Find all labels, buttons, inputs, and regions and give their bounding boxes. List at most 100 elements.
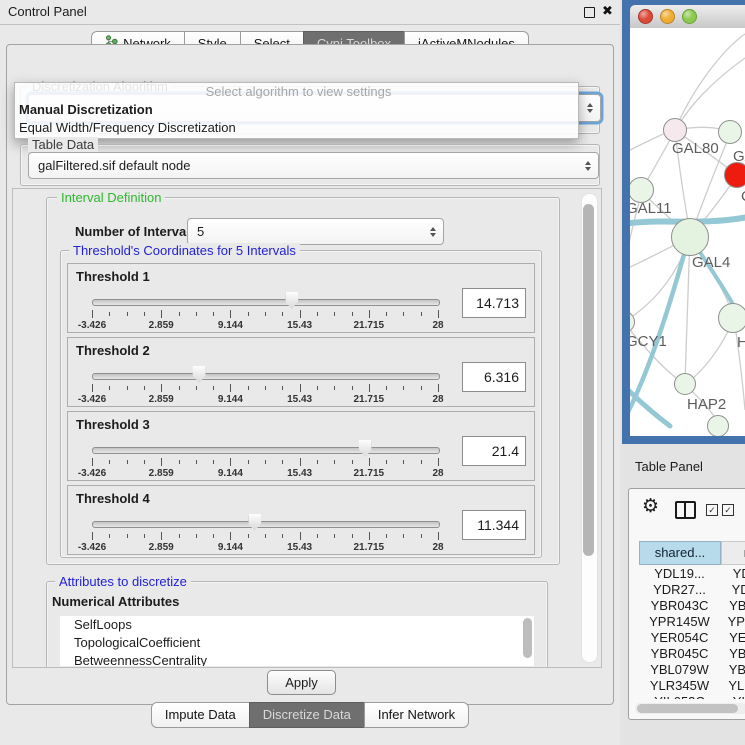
tick-mark: [369, 384, 370, 392]
table-row[interactable]: YDL19...YDL19...: [639, 566, 745, 582]
table-row[interactable]: YIL052CYIL052C: [639, 694, 745, 699]
network-node-gal4[interactable]: [671, 218, 709, 256]
network-node-ga[interactable]: [718, 120, 742, 144]
slider-track[interactable]: [92, 299, 440, 306]
cell-name[interactable]: YER054C: [720, 630, 745, 646]
slider-thumb[interactable]: [193, 366, 206, 383]
cell-shared-name[interactable]: YDL19...: [639, 566, 720, 582]
cell-shared-name[interactable]: YDR27...: [639, 582, 720, 598]
cell-name[interactable]: YBR043C: [720, 598, 745, 614]
cell-shared-name[interactable]: YIL052C: [639, 694, 720, 699]
cell-name[interactable]: YBL079W: [720, 662, 745, 678]
cell-name[interactable]: YIL052C: [720, 694, 745, 699]
threshold-label: Threshold 2: [76, 343, 150, 358]
popup-item[interactable]: Equal Width/Frequency Discretization: [15, 119, 578, 137]
zoom-light-icon[interactable]: [682, 9, 697, 24]
tab-discretize-data[interactable]: Discretize Data: [249, 702, 365, 728]
network-node-c[interactable]: [724, 162, 745, 188]
table-row[interactable]: YBR043CYBR043C: [639, 598, 745, 614]
tick-mark: [144, 460, 145, 464]
network-node-gal80[interactable]: [663, 118, 687, 142]
table-row[interactable]: YDR27...YDR27...: [639, 582, 745, 598]
node-label: HAP2: [687, 396, 726, 413]
threshold-slider[interactable]: -3.4262.8599.14415.4321.71528: [92, 364, 438, 406]
tick-label: 21.715: [354, 542, 385, 553]
tick-label: 9.144: [218, 394, 243, 405]
network-window-titlebar[interactable]: [630, 5, 745, 29]
table-row[interactable]: YLR345WYLR345W: [639, 678, 745, 694]
column-header-name[interactable]: name: [721, 541, 745, 565]
cell-name[interactable]: YDL19...: [720, 566, 745, 582]
list-item[interactable]: TopologicalCoefficient: [60, 634, 534, 652]
cell-shared-name[interactable]: YBR045C: [639, 646, 720, 662]
tab-impute-data[interactable]: Impute Data: [151, 702, 250, 728]
network-canvas[interactable]: GAL80GACGAL11GAL4GCY1HHAP2: [630, 28, 745, 436]
threshold-slider[interactable]: -3.4262.8599.14415.4321.71528: [92, 290, 438, 332]
gear-icon[interactable]: ⚙: [642, 495, 659, 518]
threshold-slider[interactable]: -3.4262.8599.14415.4321.71528: [92, 512, 438, 554]
table-row[interactable]: YBL079WYBL079W: [639, 662, 745, 678]
cell-name[interactable]: YDR27...: [720, 582, 745, 598]
threshold-value-field[interactable]: 6.316: [462, 362, 526, 392]
numerical-attributes-list[interactable]: SelfLoopsTopologicalCoefficientBetweenne…: [60, 616, 534, 666]
popup-item[interactable]: Manual Discretization: [15, 101, 578, 119]
tick-mark: [282, 460, 283, 464]
control-panel-titlebar: Control Panel ✖: [0, 0, 620, 25]
tick-mark: [196, 534, 197, 538]
tick-label: 2.859: [149, 394, 174, 405]
slider-thumb[interactable]: [248, 514, 261, 531]
network-node-hap2[interactable]: [674, 373, 696, 395]
tick-mark: [127, 386, 128, 390]
slider-track[interactable]: [92, 373, 440, 380]
slider-thumb[interactable]: [285, 292, 298, 309]
slider-track[interactable]: [92, 447, 440, 454]
list-scrollbar[interactable]: [523, 618, 532, 658]
cell-shared-name[interactable]: YPR145W: [639, 614, 720, 630]
cell-name[interactable]: YPR145W: [720, 614, 745, 630]
network-node-h[interactable]: [718, 303, 745, 333]
tick-mark: [421, 460, 422, 464]
threshold-slider[interactable]: -3.4262.8599.14415.4321.71528: [92, 438, 438, 480]
checkbox-icon[interactable]: ✓: [706, 504, 718, 516]
float-window-icon[interactable]: [584, 7, 595, 18]
slider-thumb[interactable]: [359, 440, 372, 457]
minimize-light-icon[interactable]: [660, 9, 675, 24]
list-item[interactable]: BetweennessCentrality: [60, 652, 534, 666]
table-panel-titlebar: Table Panel: [620, 452, 745, 482]
column-header-shared-name[interactable]: shared...: [639, 541, 721, 565]
apply-button[interactable]: Apply: [267, 670, 336, 695]
horizontal-scrollbar[interactable]: [635, 703, 745, 714]
tick-mark: [230, 310, 231, 318]
columns-icon[interactable]: [675, 501, 696, 519]
cell-name[interactable]: YBR045C: [720, 646, 745, 662]
close-light-icon[interactable]: [638, 9, 653, 24]
threshold-row: Threshold 4-3.4262.8599.14415.4321.71528…: [67, 485, 535, 555]
close-icon[interactable]: ✖: [602, 3, 613, 19]
table-data-combo-value: galFiltered.sif default node: [38, 158, 190, 173]
scrollbar-thumb[interactable]: [583, 204, 594, 556]
cell-shared-name[interactable]: YBL079W: [639, 662, 720, 678]
tick-label: 28: [432, 468, 443, 479]
tab-infer-network[interactable]: Infer Network: [364, 702, 469, 728]
network-node[interactable]: [707, 415, 729, 436]
vertical-scrollbar[interactable]: [581, 193, 598, 663]
cell-name[interactable]: YLR345W: [720, 678, 745, 694]
threshold-value-field[interactable]: 21.4: [462, 436, 526, 466]
scrollbar-thumb[interactable]: [637, 704, 738, 713]
table-row[interactable]: YPR145WYPR145W: [639, 614, 745, 630]
tick-label: 15.43: [287, 542, 312, 553]
threshold-value-field[interactable]: 14.713: [462, 288, 526, 318]
slider-track[interactable]: [92, 521, 440, 528]
tick-mark: [144, 386, 145, 390]
threshold-value-field[interactable]: 11.344: [462, 510, 526, 540]
list-item[interactable]: SelfLoops: [60, 616, 534, 634]
cell-shared-name[interactable]: YBR043C: [639, 598, 720, 614]
checkbox-icon[interactable]: ✓: [722, 504, 734, 516]
tick-mark: [421, 386, 422, 390]
table-row[interactable]: YER054CYER054C: [639, 630, 745, 646]
table-row[interactable]: YBR045CYBR045C: [639, 646, 745, 662]
table-data-combobox[interactable]: galFiltered.sif default node: [28, 152, 599, 179]
cell-shared-name[interactable]: YLR345W: [639, 678, 720, 694]
cell-shared-name[interactable]: YER054C: [639, 630, 720, 646]
number-of-intervals-spinner[interactable]: 5: [187, 218, 444, 245]
